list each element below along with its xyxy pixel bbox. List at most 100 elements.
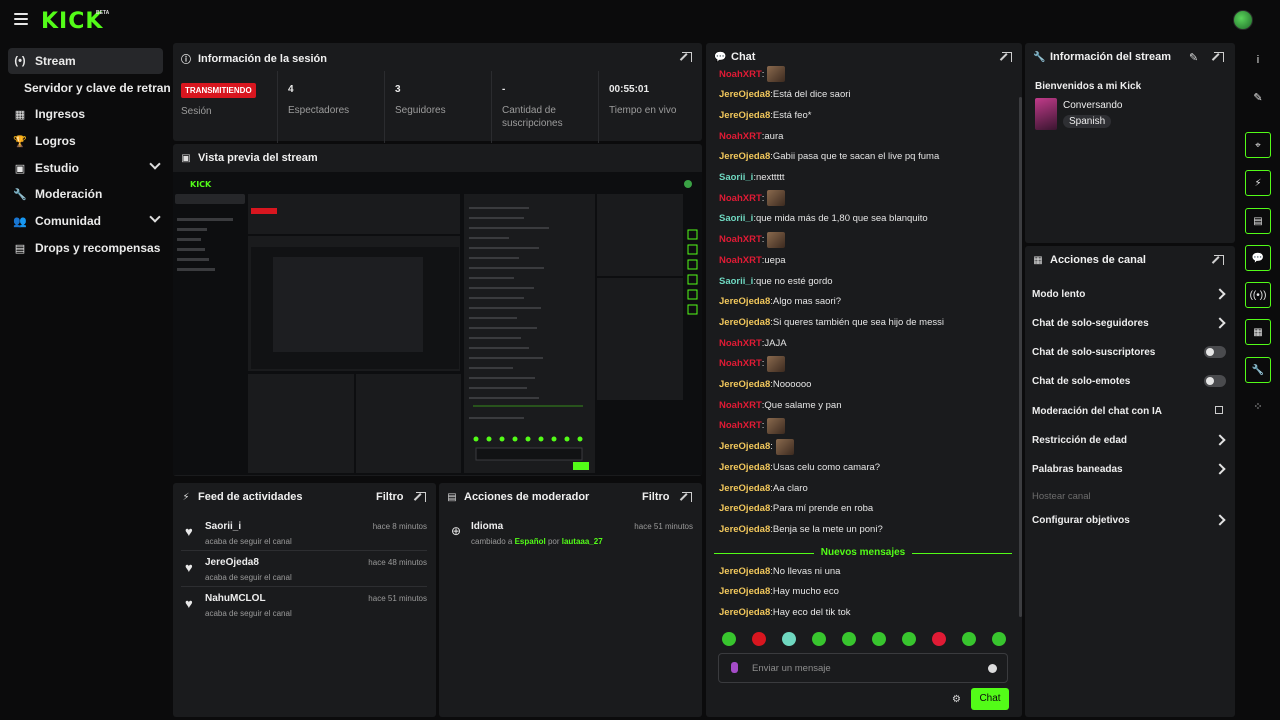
chat-username[interactable]: JereOjeda8 bbox=[719, 607, 770, 618]
sidebar-item-comunidad[interactable]: 👥 Comunidad bbox=[8, 208, 163, 234]
chat-username[interactable]: Saorii_i bbox=[719, 213, 753, 224]
chat-username[interactable]: NoahXRT bbox=[719, 234, 762, 245]
sidebar-item-stream-key[interactable]: Servidor y clave de retransm bbox=[24, 81, 170, 95]
chat-username[interactable]: NoahXRT bbox=[719, 400, 762, 411]
bolt-icon[interactable]: ⚡ bbox=[1245, 170, 1271, 196]
chat-username[interactable]: NoahXRT bbox=[719, 420, 762, 431]
chat-username[interactable]: JereOjeda8 bbox=[719, 566, 770, 577]
mod-filter-button[interactable]: Filtro bbox=[642, 491, 670, 503]
sidebar-item-estudio[interactable]: ▣ Estudio bbox=[8, 155, 163, 181]
activity-username[interactable]: JereOjeda8 bbox=[205, 557, 259, 568]
document-icon[interactable]: ▤ bbox=[1245, 208, 1271, 234]
chat-username[interactable]: Saorii_i bbox=[719, 276, 753, 287]
chevron-right-icon[interactable] bbox=[1214, 434, 1226, 446]
chevron-right-icon[interactable] bbox=[1214, 514, 1226, 526]
sidebar-item-moderaci-n[interactable]: 🔧 Moderación bbox=[8, 181, 163, 207]
channel-actions-title: Acciones de canal bbox=[1050, 254, 1146, 266]
channel-action-palabras-baneadas[interactable]: Palabras baneadas bbox=[1032, 459, 1228, 479]
chat-username[interactable]: NoahXRT bbox=[719, 69, 762, 80]
chat-username[interactable]: NoahXRT bbox=[719, 193, 762, 204]
chat-username[interactable]: JereOjeda8 bbox=[719, 503, 770, 514]
send-chat-button[interactable]: Chat bbox=[971, 688, 1009, 710]
activity-username[interactable]: Saorii_i bbox=[205, 521, 241, 532]
sidebar-item-drops-y-recompensas[interactable]: ▤ Drops y recompensas bbox=[8, 235, 163, 261]
stream-preview-video[interactable]: KICK bbox=[173, 172, 702, 475]
chat-scrollbar[interactable] bbox=[1019, 97, 1022, 617]
chat-username[interactable]: JereOjeda8 bbox=[719, 296, 770, 307]
chat-username[interactable]: JereOjeda8 bbox=[719, 524, 770, 535]
sidebar-item-ingresos[interactable]: ▦ Ingresos bbox=[8, 101, 163, 127]
sidebar-item-stream[interactable]: (•) Stream bbox=[8, 48, 163, 74]
hamburger-menu-icon[interactable] bbox=[14, 13, 28, 25]
emote-icon[interactable] bbox=[842, 632, 856, 646]
chat-username[interactable]: JereOjeda8 bbox=[719, 483, 770, 494]
chat-username[interactable]: JereOjeda8 bbox=[719, 89, 770, 100]
external-link-icon[interactable] bbox=[1215, 406, 1223, 414]
activity-filter-button[interactable]: Filtro bbox=[376, 491, 404, 503]
mod-username[interactable]: lautaaa_27 bbox=[562, 537, 603, 546]
emote-icon[interactable] bbox=[752, 632, 766, 646]
chat-message: JereOjeda8: bbox=[719, 438, 794, 455]
emote-icon[interactable] bbox=[782, 632, 796, 646]
pencil-icon[interactable]: ✎ bbox=[1245, 84, 1271, 110]
channel-action-configurar-objetivos[interactable]: Configurar objetivos bbox=[1032, 510, 1228, 530]
channel-action-chat-de-solo-emotes[interactable]: Chat de solo-emotes bbox=[1032, 371, 1228, 391]
activity-username[interactable]: NahuMCLOL bbox=[205, 593, 266, 604]
channel-action-moderaci-n-del-chat-con-ia[interactable]: Moderación del chat con IA bbox=[1032, 401, 1228, 421]
target-icon[interactable]: ⌖ bbox=[1245, 132, 1271, 158]
chat-username[interactable]: JereOjeda8 bbox=[719, 586, 770, 597]
channel-action-modo-lento[interactable]: Modo lento bbox=[1032, 284, 1228, 304]
popout-icon[interactable] bbox=[1002, 52, 1012, 62]
chevron-right-icon[interactable] bbox=[1214, 288, 1226, 300]
sidebar-item-logros[interactable]: 🏆 Logros bbox=[8, 128, 163, 154]
chat-username[interactable]: JereOjeda8 bbox=[719, 441, 770, 452]
emote-icon[interactable] bbox=[932, 632, 946, 646]
chat-username[interactable]: JereOjeda8 bbox=[719, 379, 770, 390]
channel-action-restricci-n-de-edad[interactable]: Restricción de edad bbox=[1032, 430, 1228, 450]
kick-logo[interactable]: KICK bbox=[41, 9, 103, 34]
emote-icon[interactable] bbox=[902, 632, 916, 646]
category-thumbnail[interactable] bbox=[1035, 98, 1057, 130]
chevron-right-icon[interactable] bbox=[1214, 463, 1226, 475]
chat-input[interactable]: Enviar un mensaje bbox=[718, 653, 1008, 683]
settings-gear-icon[interactable]: ⚙ bbox=[952, 694, 961, 705]
chat-username[interactable]: NoahXRT bbox=[719, 338, 762, 349]
chat-username[interactable]: JereOjeda8 bbox=[719, 110, 770, 121]
channel-action-chat-de-solo-seguidores[interactable]: Chat de solo-seguidores bbox=[1032, 313, 1228, 333]
user-avatar[interactable] bbox=[1233, 10, 1253, 30]
chat-username[interactable]: JereOjeda8 bbox=[719, 317, 770, 328]
edit-pencil-icon[interactable]: ✎ bbox=[1189, 51, 1198, 64]
popout-icon[interactable] bbox=[1214, 255, 1224, 265]
chat-username[interactable]: JereOjeda8 bbox=[719, 151, 770, 162]
chat-username[interactable]: NoahXRT bbox=[719, 358, 762, 369]
toggle-switch[interactable] bbox=[1204, 346, 1226, 358]
info-icon[interactable]: i bbox=[1245, 47, 1271, 73]
emote-icon[interactable] bbox=[872, 632, 886, 646]
dots-icon[interactable]: ⁘ bbox=[1245, 393, 1271, 419]
popout-icon[interactable] bbox=[416, 492, 426, 502]
chevron-down-icon[interactable] bbox=[149, 211, 161, 223]
chevron-right-icon[interactable] bbox=[1214, 317, 1226, 329]
popout-icon[interactable] bbox=[682, 492, 692, 502]
emote-icon[interactable] bbox=[962, 632, 976, 646]
emoji-icon[interactable] bbox=[988, 664, 997, 673]
chat-username[interactable]: NoahXRT bbox=[719, 255, 762, 266]
category-name[interactable]: Conversando bbox=[1063, 100, 1122, 111]
broadcast-icon[interactable]: ((•)) bbox=[1245, 282, 1271, 308]
channel-action-chat-de-solo-suscriptores[interactable]: Chat de solo-suscriptores bbox=[1032, 342, 1228, 362]
wrench-icon[interactable]: 🔧 bbox=[1245, 357, 1271, 383]
chat-username[interactable]: JereOjeda8 bbox=[719, 462, 770, 473]
panel-icon[interactable]: ▦ bbox=[1245, 319, 1271, 345]
panel-title: ⚡ Feed de actividades bbox=[181, 491, 302, 503]
emote-icon[interactable] bbox=[722, 632, 736, 646]
chevron-down-icon[interactable] bbox=[149, 158, 161, 170]
toggle-switch[interactable] bbox=[1204, 375, 1226, 387]
popout-icon[interactable] bbox=[1214, 52, 1224, 62]
popout-icon[interactable] bbox=[682, 52, 692, 62]
emote-icon[interactable] bbox=[992, 632, 1006, 646]
emote-icon[interactable] bbox=[812, 632, 826, 646]
chat-username[interactable]: NoahXRT bbox=[719, 131, 762, 142]
chat-username[interactable]: Saorii_i bbox=[719, 172, 753, 183]
microphone-icon[interactable] bbox=[731, 662, 738, 673]
chat-bubble-icon[interactable]: 💬 bbox=[1245, 245, 1271, 271]
